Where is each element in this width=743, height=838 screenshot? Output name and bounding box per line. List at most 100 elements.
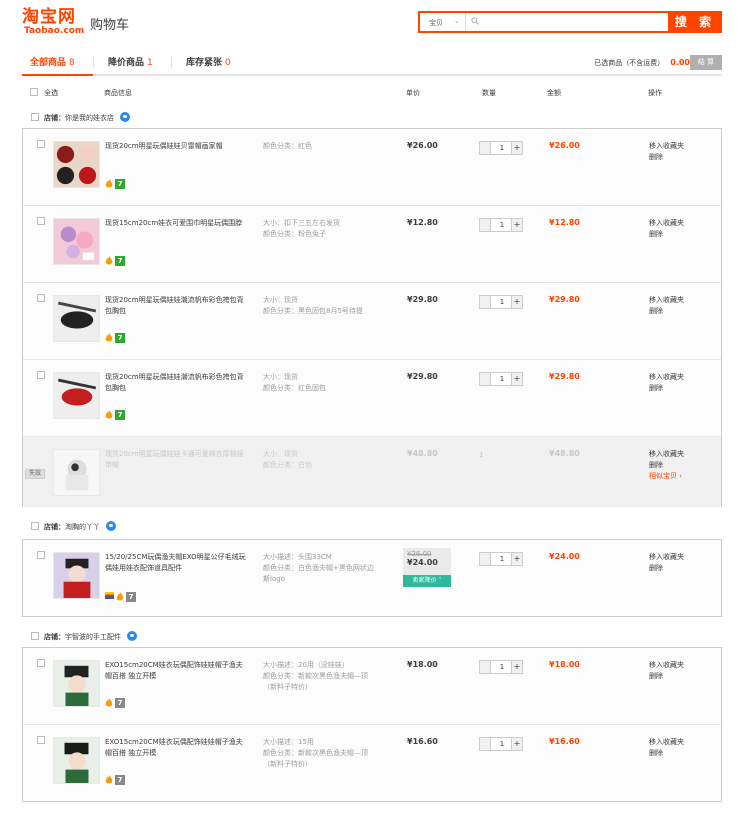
quantity-stepper[interactable]: 1 + — [479, 218, 523, 232]
search-type-select[interactable]: 宝贝 ⌄ — [420, 13, 466, 31]
item-checkbox[interactable] — [37, 551, 45, 559]
item-checkbox[interactable] — [37, 140, 45, 148]
increase-button[interactable]: + — [511, 142, 522, 154]
delete-link[interactable]: 删除 — [649, 563, 684, 574]
cart-item: 现货20cm明星玩偶娃娃潮流帆布彩色挎包背包胸包 7 大小：现货 颜色分类：红色固… — [23, 360, 721, 437]
shop-group: EXO15cm20CM娃衣玩偶配饰娃娃帽子渔夫帽百搭 独立开模 7 大小描述：2… — [22, 647, 722, 802]
product-image[interactable] — [53, 660, 100, 707]
seven-day-return-icon: 7 — [115, 410, 125, 420]
delete-link[interactable]: 删除 — [649, 460, 684, 471]
tab-all-items[interactable]: 全部商品 8 — [30, 55, 75, 68]
quantity-stepper[interactable]: 1 + — [479, 737, 523, 751]
move-to-favorites-link[interactable]: 移入收藏夹 — [649, 552, 684, 563]
quantity-input[interactable]: 1 — [491, 661, 513, 673]
quantity-stepper[interactable]: 1 + — [479, 372, 523, 386]
shop-name[interactable]: 你是我的娃衣店 — [65, 114, 114, 122]
chat-icon[interactable] — [120, 112, 130, 122]
shop-name[interactable]: 淘胸的丫丫 — [65, 523, 100, 531]
shop-prefix: 店铺： — [44, 523, 65, 531]
original-price: ¥26.00 — [407, 550, 432, 558]
move-to-favorites-link[interactable]: 移入收藏夹 — [649, 141, 684, 152]
delete-link[interactable]: 删除 — [649, 748, 684, 759]
delete-link[interactable]: 删除 — [649, 383, 684, 394]
quantity-input[interactable]: 1 — [491, 553, 513, 565]
item-checkbox[interactable] — [37, 736, 45, 744]
move-to-favorites-link[interactable]: 移入收藏夹 — [649, 218, 684, 229]
seven-day-return-icon: 7 — [115, 256, 125, 266]
settle-button[interactable]: 结 算 — [690, 55, 722, 70]
quantity-input[interactable]: 1 — [491, 738, 513, 750]
item-checkbox[interactable] — [37, 371, 45, 379]
item-title[interactable]: 现货20cm明星玩偶娃娃贝雷帽画家帽 — [105, 141, 247, 152]
quantity-stepper[interactable]: 1 + — [479, 141, 523, 155]
decrease-button[interactable] — [480, 661, 491, 673]
increase-button[interactable]: + — [511, 738, 522, 750]
product-image[interactable] — [53, 218, 100, 265]
flame-icon — [105, 698, 113, 707]
product-image[interactable] — [53, 737, 100, 784]
quantity-input[interactable]: 1 — [491, 219, 513, 231]
move-to-favorites-link[interactable]: 移入收藏夹 — [649, 660, 684, 671]
similar-items-link[interactable]: 相似宝贝 › — [649, 471, 684, 482]
decrease-button[interactable] — [480, 142, 491, 154]
item-prop: 颜色分类：粉色兔子 — [263, 230, 326, 238]
active-tab-indicator — [22, 74, 93, 76]
shop-checkbox[interactable] — [31, 522, 39, 530]
quantity-input[interactable]: 1 — [491, 142, 513, 154]
quantity-stepper[interactable]: 1 + — [479, 660, 523, 674]
product-image[interactable] — [53, 372, 100, 419]
taobao-logo[interactable]: 淘宝网 Taobao.com — [22, 8, 86, 38]
quantity-input[interactable]: 1 — [491, 296, 513, 308]
chat-icon[interactable] — [106, 521, 116, 531]
increase-button[interactable]: + — [511, 373, 522, 385]
increase-button[interactable]: + — [511, 296, 522, 308]
item-checkbox[interactable] — [37, 217, 45, 225]
search-button[interactable]: 搜 索 — [668, 11, 722, 33]
item-checkbox[interactable] — [37, 659, 45, 667]
delete-link[interactable]: 删除 — [649, 229, 684, 240]
delete-link[interactable]: 删除 — [649, 306, 684, 317]
move-to-favorites-link[interactable]: 移入收藏夹 — [649, 737, 684, 748]
item-sum: ¥16.60 — [549, 737, 580, 746]
quantity-stepper[interactable]: 1 + — [479, 295, 523, 309]
item-title[interactable]: 15/20/25CM玩偶渔夫帽EXO明星公仔毛绒玩偶娃用娃衣配饰道具配件 — [105, 552, 247, 574]
shop-checkbox[interactable] — [31, 632, 39, 640]
tab-low-stock[interactable]: 库存紧张 0 — [186, 55, 231, 68]
product-image[interactable] — [53, 141, 100, 188]
product-image[interactable] — [53, 552, 100, 599]
delete-link[interactable]: 删除 — [649, 671, 684, 682]
move-to-favorites-link[interactable]: 移入收藏夹 — [649, 295, 684, 306]
decrease-button[interactable] — [480, 738, 491, 750]
decrease-button[interactable] — [480, 373, 491, 385]
product-image[interactable] — [53, 449, 100, 496]
shop-name[interactable]: 宇智波的手工配件 — [65, 633, 121, 641]
move-to-favorites-link[interactable]: 移入收藏夹 — [649, 372, 684, 383]
chat-icon[interactable] — [127, 631, 137, 641]
selected-summary: 已选商品（不含运费） 0.00 — [594, 58, 690, 68]
item-actions: 移入收藏夹 删除 相似宝贝 › — [649, 449, 684, 482]
decrease-button[interactable] — [480, 219, 491, 231]
item-title[interactable]: 现货15cm20cm娃衣可爱围巾明星玩偶围脖 — [105, 218, 247, 229]
quantity-input[interactable]: 1 — [491, 373, 513, 385]
item-title[interactable]: EXO15cm20CM娃衣玩偶配饰娃娃帽子渔夫帽百搭 独立开模 — [105, 660, 247, 682]
item-title[interactable]: EXO15cm20CM娃衣玩偶配饰娃娃帽子渔夫帽百搭 独立开模 — [105, 737, 247, 759]
cart-item: 现货15cm20cm娃衣可爱围巾明星玩偶围脖 7 大小：扣下三五左右发货 颜色分类… — [23, 206, 721, 283]
price-drop-tag[interactable]: 卖家降价 ˅ — [403, 575, 451, 587]
shop-checkbox[interactable] — [31, 113, 39, 121]
select-all-checkbox[interactable] — [30, 88, 38, 96]
quantity-stepper[interactable]: 1 + — [479, 552, 523, 566]
delete-link[interactable]: 删除 — [649, 152, 684, 163]
item-title[interactable]: 现货20cm明星玩偶娃娃潮流帆布彩色挎包背包胸包 — [105, 372, 247, 394]
decrease-button[interactable] — [480, 296, 491, 308]
tab-price-drop[interactable]: 降价商品 1 — [108, 55, 153, 68]
move-to-favorites-link[interactable]: 移入收藏夹 — [649, 449, 684, 460]
select-all[interactable]: 全选 — [30, 88, 58, 98]
product-image[interactable] — [53, 295, 100, 342]
increase-button[interactable]: + — [511, 553, 522, 565]
item-checkbox[interactable] — [37, 294, 45, 302]
increase-button[interactable]: + — [511, 661, 522, 673]
item-title[interactable]: 现货20cm明星玩偶娃娃卡通可爱棉衣厚棉服带帽 — [105, 449, 247, 471]
item-title[interactable]: 现货20cm明星玩偶娃娃潮流帆布彩色挎包背包胸包 — [105, 295, 247, 317]
decrease-button[interactable] — [480, 553, 491, 565]
increase-button[interactable]: + — [511, 219, 522, 231]
